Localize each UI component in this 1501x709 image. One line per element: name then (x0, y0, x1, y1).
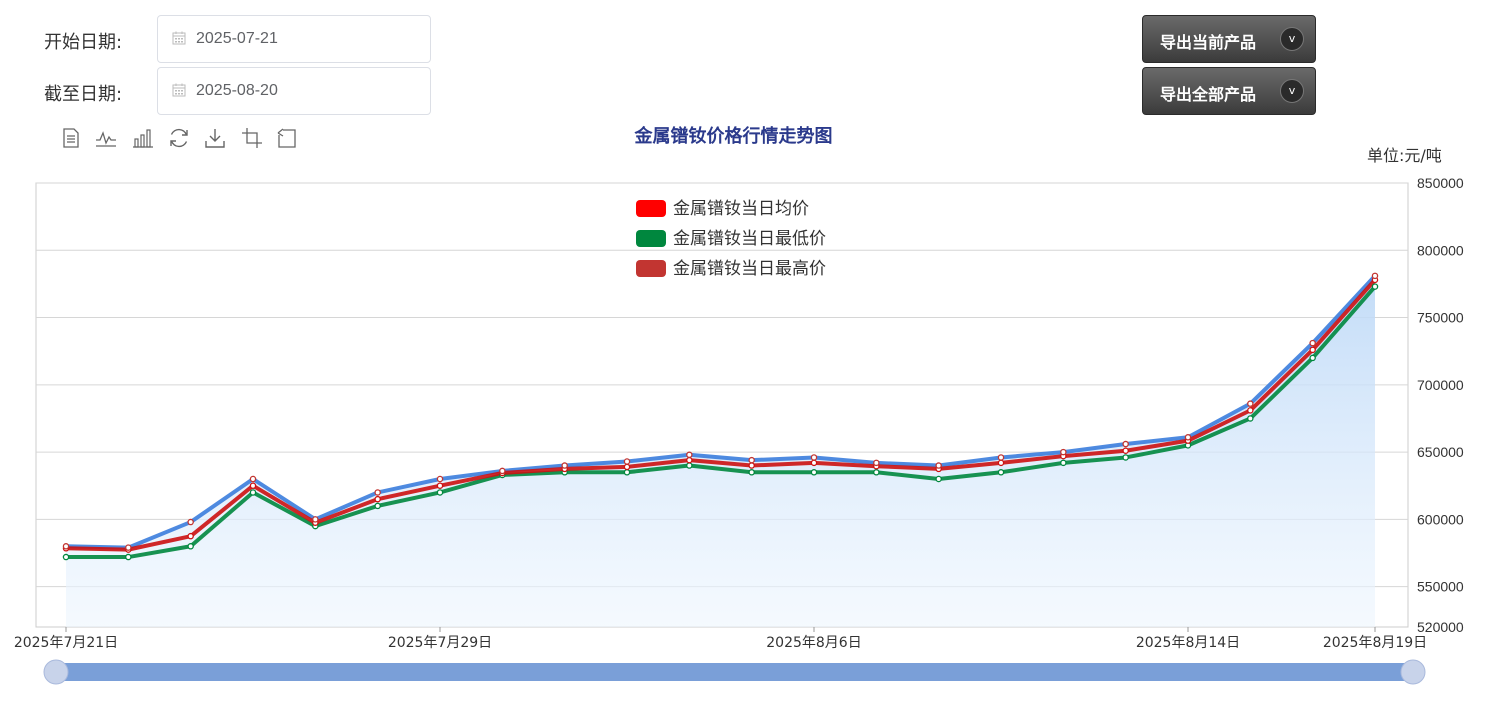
data-point (436, 489, 444, 496)
data-point (1060, 459, 1067, 467)
data-point (935, 475, 942, 483)
data-point (1247, 407, 1254, 414)
data-point (1122, 440, 1129, 448)
data-point (623, 469, 631, 476)
data-point (623, 463, 631, 471)
data-point (1247, 400, 1254, 407)
data-point (623, 458, 631, 465)
price-trend-chart: 520000 550000 600000 650000 700000 750000 8000… (14, 175, 1464, 685)
legend-swatch (636, 200, 666, 217)
data-point (187, 518, 194, 526)
series-area (66, 275, 1375, 627)
legend-swatch (636, 230, 666, 247)
data-point (748, 456, 755, 464)
y-tick-label: 800000 (1417, 242, 1464, 258)
data-point (374, 489, 381, 496)
y-tick-label: 750000 (1417, 310, 1464, 326)
data-point (686, 462, 693, 469)
data-point (187, 532, 194, 540)
datazoom-handle-right[interactable] (1400, 659, 1426, 685)
data-point (1309, 354, 1316, 362)
data-point (436, 475, 444, 483)
data-point (1309, 339, 1316, 347)
data-point (249, 489, 257, 496)
data-point (1122, 447, 1129, 454)
data-point (374, 495, 381, 503)
data-point (1247, 415, 1254, 422)
data-point (1122, 454, 1129, 461)
data-point (561, 462, 568, 469)
data-point (997, 459, 1005, 467)
x-tick-label: 2025年8月14日 (1136, 635, 1240, 651)
data-point (873, 469, 880, 476)
data-point (62, 543, 70, 550)
data-point (997, 454, 1005, 461)
legend-label: 金属镨钕当日最低价 (673, 229, 826, 249)
data-point (1060, 448, 1067, 456)
data-point (499, 467, 506, 475)
data-point (873, 459, 880, 467)
data-point (997, 469, 1005, 476)
data-point (1309, 346, 1316, 354)
y-tick-label: 550000 (1417, 579, 1464, 595)
datazoom-bar (56, 663, 1413, 681)
y-tick-label: 700000 (1417, 377, 1464, 393)
legend-label: 金属镨钕当日均价 (673, 199, 809, 219)
data-point (748, 462, 755, 469)
data-point (686, 456, 693, 464)
data-point (935, 462, 942, 469)
legend-label: 金属镨钕当日最高价 (673, 259, 826, 279)
data-point (748, 469, 755, 476)
datazoom-handle-left[interactable] (43, 659, 69, 685)
x-tick-label: 2025年8月6日 (766, 635, 861, 651)
y-tick-label: 520000 (1417, 619, 1464, 635)
data-point (1371, 272, 1379, 280)
data-point (187, 543, 194, 550)
data-point (249, 475, 257, 483)
data-point (436, 482, 444, 489)
data-point (810, 454, 818, 461)
legend-swatch (636, 260, 666, 277)
data-point (1371, 283, 1379, 290)
data-point (374, 502, 381, 510)
data-point (686, 451, 693, 459)
data-point (125, 553, 132, 561)
data-point (125, 544, 132, 551)
x-tick-label: 2025年8月19日 (1323, 635, 1427, 651)
x-tick-label: 2025年7月21日 (14, 635, 118, 651)
data-point (62, 553, 70, 561)
x-tick-label: 2025年7月29日 (388, 635, 492, 651)
data-point (810, 469, 818, 476)
y-tick-label: 850000 (1417, 175, 1464, 191)
data-point (312, 516, 319, 523)
data-point (249, 482, 257, 489)
data-point (810, 459, 818, 467)
y-tick-label: 600000 (1417, 511, 1464, 527)
data-point (1184, 434, 1192, 441)
y-tick-label: 650000 (1417, 444, 1464, 460)
